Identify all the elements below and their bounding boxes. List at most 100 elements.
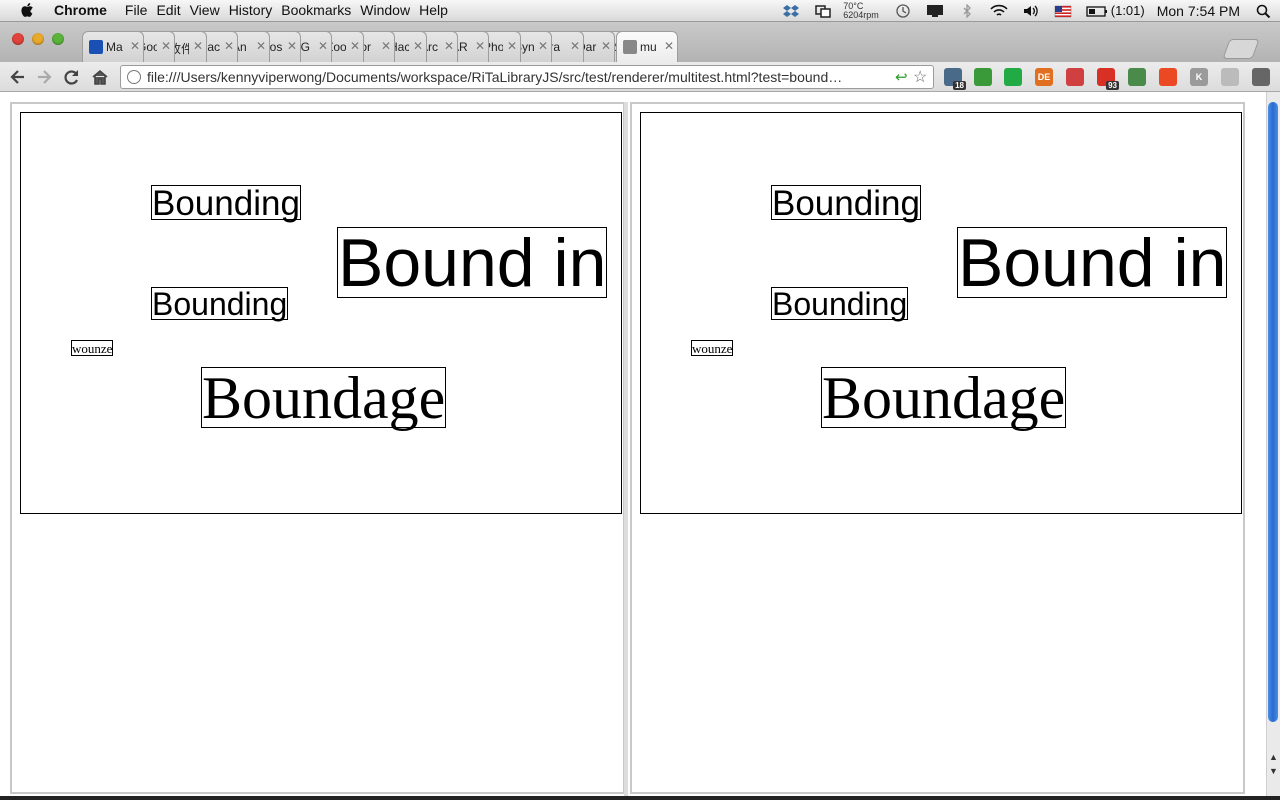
- stumble-extension-icon[interactable]: [1159, 68, 1177, 86]
- canvas-left: Bounding Bound in Bounding wounze Boundage: [20, 112, 622, 514]
- dropbox-icon[interactable]: [782, 4, 800, 18]
- battery-icon[interactable]: [1086, 4, 1107, 18]
- menu-history[interactable]: History: [229, 2, 282, 18]
- menu-window[interactable]: Window: [360, 2, 419, 18]
- tab-close-icon[interactable]: ✕: [475, 39, 485, 53]
- new-tab-button[interactable]: [1222, 39, 1260, 59]
- globe-icon: [623, 40, 637, 54]
- extension-label: DE: [1037, 72, 1051, 82]
- page-content: Bounding Bound in Bounding wounze Boundage B…: [0, 92, 1266, 796]
- bluetooth-icon[interactable]: [958, 2, 976, 19]
- tab-label: mu: [640, 40, 657, 54]
- bounded-text: wounze: [71, 340, 114, 356]
- tab-close-icon[interactable]: ✕: [664, 39, 674, 53]
- wrench-icon[interactable]: [1252, 68, 1270, 86]
- bookmark-extension-icon[interactable]: [1066, 68, 1084, 86]
- clock[interactable]: Mon 7:54 PM: [1157, 3, 1240, 19]
- browser-toolbar: file:///Users/kennyviperwong/Documents/w…: [0, 62, 1280, 92]
- check-extension-icon[interactable]: [1004, 68, 1022, 86]
- tab-close-icon[interactable]: ✕: [350, 39, 360, 53]
- spotlight-search-icon[interactable]: [1255, 4, 1273, 18]
- url-text[interactable]: file:///Users/kennyviperwong/Documents/w…: [147, 69, 877, 85]
- bounded-text: Boundage: [201, 365, 447, 431]
- scroll-up-arrow-icon[interactable]: ▲: [1267, 750, 1280, 764]
- bounded-text: Bound in: [337, 225, 608, 301]
- menu-app-name[interactable]: Chrome: [54, 2, 116, 18]
- music-note-icon: [89, 40, 103, 54]
- menu-file[interactable]: File: [125, 2, 157, 18]
- bounded-text: wounze: [691, 340, 734, 356]
- tab-strip: Ma✕Goo✕收件✕40+Fac✕An✕Los✕9G✕Zoo✕for✕Hac✕A…: [0, 22, 1280, 62]
- tab-close-icon[interactable]: ✕: [381, 39, 391, 53]
- time-machine-icon[interactable]: [894, 3, 912, 18]
- fan-speed-value: 6204rpm: [843, 9, 879, 20]
- circle-extension-icon[interactable]: [1221, 68, 1239, 86]
- tab-close-icon[interactable]: ✕: [161, 39, 171, 53]
- tab-close-icon[interactable]: ✕: [318, 39, 328, 53]
- tab-close-icon[interactable]: ✕: [130, 39, 140, 53]
- renderer-frame-right: Bounding Bound in Bounding wounze Boundage: [630, 102, 1245, 794]
- menu-help[interactable]: Help: [419, 2, 457, 18]
- de-extension-icon[interactable]: DE: [1035, 68, 1053, 86]
- home-button[interactable]: [90, 67, 110, 87]
- extension-label: K: [1195, 72, 1203, 82]
- forward-arrow-icon: [38, 70, 52, 84]
- address-bar[interactable]: file:///Users/kennyviperwong/Documents/w…: [120, 65, 934, 89]
- battery-time[interactable]: (1:01): [1111, 3, 1145, 18]
- tab-0[interactable]: Ma ✕: [82, 31, 144, 62]
- bounded-text: Bounding: [151, 286, 289, 322]
- tab-close-icon[interactable]: ✕: [538, 39, 548, 53]
- printer-extension-icon[interactable]: 18: [944, 68, 966, 90]
- us-flag-icon[interactable]: [1054, 4, 1072, 18]
- tab-17[interactable]: mu ✕: [616, 31, 678, 62]
- back-button[interactable]: [8, 67, 28, 87]
- undo-arrow-icon[interactable]: ↩: [895, 68, 908, 86]
- display-icon[interactable]: [926, 4, 944, 18]
- tab-close-icon[interactable]: ✕: [256, 39, 266, 53]
- window-bottom-edge: [0, 796, 1280, 800]
- tab-close-icon[interactable]: ✕: [601, 39, 611, 53]
- bookmark-star-icon[interactable]: ☆: [913, 67, 927, 87]
- tab-close-icon[interactable]: ✕: [507, 39, 517, 53]
- tab-close-icon[interactable]: ✕: [224, 39, 234, 53]
- k-extension-icon[interactable]: K: [1190, 68, 1208, 86]
- scroll-thumb[interactable]: [1268, 102, 1278, 722]
- menu-view[interactable]: View: [190, 2, 229, 18]
- temperature-readout[interactable]: 70°C 6204rpm: [843, 1, 879, 20]
- gmail-extension-icon[interactable]: 93: [1097, 68, 1119, 90]
- frame-divider[interactable]: [624, 102, 628, 796]
- tab-close-icon[interactable]: ✕: [287, 39, 297, 53]
- extension-badge: 18: [953, 81, 966, 90]
- tab-close-icon[interactable]: ✕: [570, 39, 580, 53]
- menu-bookmarks[interactable]: Bookmarks: [281, 2, 360, 18]
- translate-extension-icon[interactable]: [1128, 68, 1146, 86]
- bounded-text: Bounding: [151, 184, 301, 223]
- window-switch-icon[interactable]: [814, 4, 832, 18]
- bounded-text: Bounding: [771, 184, 921, 223]
- renderer-frame-left: Bounding Bound in Bounding wounze Boundage: [10, 102, 625, 794]
- reload-icon: [64, 70, 78, 85]
- close-window-button[interactable]: [12, 33, 24, 45]
- tab-close-icon[interactable]: ✕: [444, 39, 454, 53]
- tab-close-icon[interactable]: ✕: [413, 39, 423, 53]
- vertical-scrollbar[interactable]: ▲ ▼: [1266, 92, 1280, 796]
- reload-button[interactable]: [62, 67, 82, 87]
- menu-edit[interactable]: Edit: [156, 2, 189, 18]
- wifi-icon[interactable]: [990, 4, 1008, 18]
- status-area: 70°C 6204rpm (1:01) Mon 7:54 PM: [775, 0, 1280, 21]
- page-globe-icon[interactable]: [127, 70, 141, 84]
- back-arrow-icon: [10, 70, 24, 84]
- tab-close-icon[interactable]: ✕: [193, 39, 203, 53]
- forward-button[interactable]: [34, 67, 54, 87]
- zoom-window-button[interactable]: [52, 33, 64, 45]
- menu-bar: Chrome File Edit View History Bookmarks …: [0, 0, 1280, 22]
- leaf-extension-icon[interactable]: [974, 68, 992, 86]
- home-icon: [92, 69, 108, 85]
- apple-icon[interactable]: [20, 2, 34, 18]
- extension-badge: 93: [1106, 81, 1119, 90]
- bounded-text: Bound in: [957, 225, 1228, 301]
- volume-icon[interactable]: [1022, 4, 1040, 18]
- minimize-window-button[interactable]: [32, 33, 44, 45]
- scroll-down-arrow-icon[interactable]: ▼: [1267, 764, 1280, 778]
- bounded-text: Boundage: [821, 365, 1067, 431]
